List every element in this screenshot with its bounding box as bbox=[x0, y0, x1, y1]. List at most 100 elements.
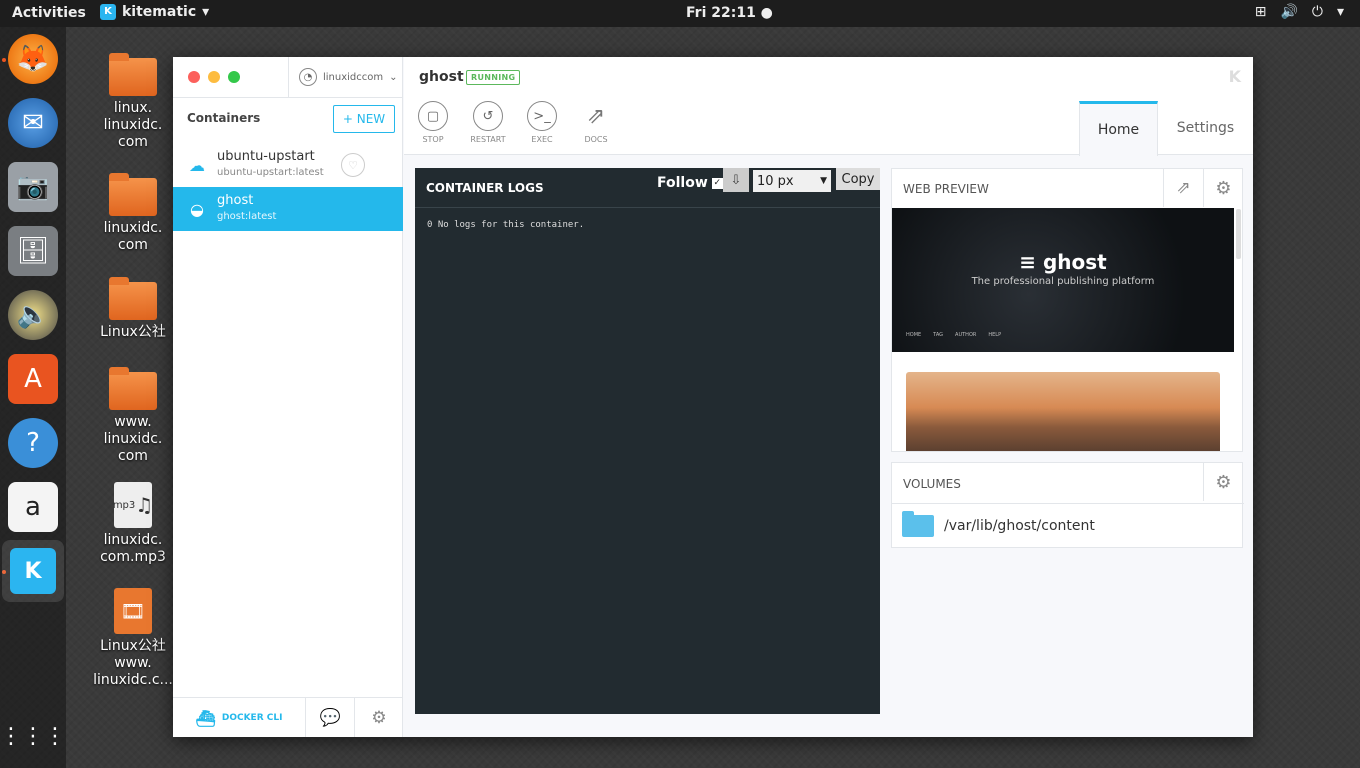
preview-post-image bbox=[906, 372, 1220, 451]
download-logs-button[interactable]: ⇩ bbox=[723, 168, 749, 192]
volume-path: /var/lib/ghost/content bbox=[944, 518, 1095, 534]
docker-cli-button[interactable]: ⛴ DOCKER CLI bbox=[173, 698, 306, 737]
tab-settings[interactable]: Settings bbox=[1158, 101, 1253, 155]
web-preview-title: WEB PREVIEW bbox=[903, 182, 989, 196]
maximize-window-button[interactable] bbox=[228, 71, 240, 83]
firefox-icon[interactable]: 🦊 bbox=[8, 34, 58, 84]
open-in-browser-button[interactable]: ⇗ bbox=[1163, 169, 1203, 207]
docker-cli-label: DOCKER CLI bbox=[221, 713, 283, 723]
kitematic-app-icon: K bbox=[100, 4, 116, 20]
stop-label: STOP bbox=[422, 135, 444, 144]
chevron-down-icon[interactable]: ▾ bbox=[1337, 4, 1344, 20]
kitematic-logo-icon: K bbox=[1228, 67, 1241, 86]
top-bar: Activities K kitematic ▾ Fri 22:11 ● ⊞ 🔊… bbox=[0, 0, 1360, 27]
network-icon[interactable]: ⊞ bbox=[1255, 4, 1267, 20]
docs-label: DOCS bbox=[584, 135, 608, 144]
camera-icon[interactable]: 📷 bbox=[8, 162, 58, 212]
container-image: ghost:latest bbox=[217, 211, 277, 222]
desktop-file[interactable]: 🎞 Linux公社 www. linuxidc.c... bbox=[90, 588, 176, 689]
exec-label: EXEC bbox=[531, 135, 553, 144]
gear-icon: ⚙ bbox=[1215, 471, 1232, 493]
close-window-button[interactable] bbox=[188, 71, 200, 83]
web-preview-panel: WEB PREVIEW ⇗ ⚙ ≡ ghost The professional… bbox=[891, 168, 1243, 452]
preview-settings-button[interactable]: ⚙ bbox=[1203, 169, 1242, 207]
desktop-folder[interactable]: Linux公社 bbox=[90, 277, 176, 341]
external-link-icon: ⇗ bbox=[586, 103, 606, 129]
stop-icon: ▢ bbox=[418, 101, 448, 131]
feedback-button[interactable]: 💬 bbox=[307, 698, 355, 737]
chevron-down-icon: ⌄ bbox=[389, 71, 398, 83]
font-size-select[interactable]: 10 px ▼ bbox=[753, 170, 831, 192]
stop-button[interactable]: ▢ STOP bbox=[411, 101, 455, 144]
container-item-ghost[interactable]: ◒ ghost ghost:latest bbox=[173, 187, 403, 231]
docker-icon: ⛴ bbox=[195, 708, 216, 728]
copy-logs-button[interactable]: Copy bbox=[836, 168, 880, 190]
help-icon[interactable]: ? bbox=[8, 418, 58, 468]
container-header: ghost RUNNING K ▢ STOP ↺ RESTART >_ EXEC… bbox=[404, 57, 1253, 156]
app-menu[interactable]: K kitematic ▾ bbox=[100, 4, 209, 20]
activities-button[interactable]: Activities bbox=[12, 5, 86, 21]
thunderbird-icon[interactable]: ✉ bbox=[8, 98, 58, 148]
volumes-settings-button[interactable]: ⚙ bbox=[1203, 463, 1243, 501]
restart-label: RESTART bbox=[470, 135, 506, 144]
desktop-folder[interactable]: linux. linuxidc. com bbox=[90, 53, 176, 151]
app-menu-label: kitematic bbox=[122, 4, 197, 20]
power-icon[interactable]: ⏻ bbox=[1312, 4, 1323, 20]
user-menu[interactable]: ◔ linuxidccom ⌄ bbox=[288, 57, 403, 97]
new-container-button[interactable]: + NEW bbox=[333, 105, 395, 133]
container-title: ghost bbox=[419, 69, 464, 85]
username: linuxidccom bbox=[323, 71, 384, 83]
preview-nav: HOME TAG AUTHOR HELP bbox=[906, 332, 1002, 338]
tab-home[interactable]: Home bbox=[1079, 101, 1158, 156]
container-item-ubuntu-upstart[interactable]: ☁ ubuntu-upstart ubuntu-upstart:latest ♡ bbox=[173, 143, 403, 187]
preview-scrollbar[interactable] bbox=[1236, 209, 1241, 259]
gear-icon: ⚙ bbox=[1215, 177, 1232, 199]
divider bbox=[415, 207, 880, 208]
folder-icon bbox=[109, 367, 157, 410]
exec-button[interactable]: >_ EXEC bbox=[520, 101, 564, 144]
amazon-icon[interactable]: a bbox=[8, 482, 58, 532]
files-icon[interactable]: 🗄 bbox=[8, 226, 58, 276]
kitematic-dock-icon[interactable]: K bbox=[2, 540, 64, 602]
preferences-button[interactable]: ⚙ bbox=[355, 698, 403, 737]
containers-title: Containers bbox=[187, 111, 261, 125]
font-size-value: 10 px bbox=[757, 173, 794, 189]
download-icon: ⇩ bbox=[730, 172, 742, 188]
chevron-down-icon: ▾ bbox=[202, 4, 210, 20]
follow-label: Follow bbox=[657, 175, 708, 191]
volume-row[interactable]: /var/lib/ghost/content bbox=[892, 504, 1242, 548]
ghost-tagline: The professional publishing platform bbox=[971, 276, 1155, 287]
follow-checkbox[interactable]: ✓ bbox=[711, 177, 723, 189]
web-preview-image[interactable]: ≡ ghost The professional publishing plat… bbox=[892, 208, 1234, 352]
chat-icon: 💬 bbox=[319, 708, 342, 728]
system-tray[interactable]: ⊞ 🔊 ⏻ ▾ bbox=[1255, 4, 1344, 20]
docs-button[interactable]: ⇗ DOCS bbox=[574, 101, 618, 145]
restart-icon: ↺ bbox=[473, 101, 503, 131]
gear-icon: ⚙ bbox=[371, 708, 387, 728]
minimize-window-button[interactable] bbox=[208, 71, 220, 83]
volumes-panel: VOLUMES ⚙ /var/lib/ghost/content bbox=[891, 462, 1244, 548]
desktop-icon-label: Linux公社 www. linuxidc.c... bbox=[93, 638, 173, 688]
external-link-icon: ⇗ bbox=[1176, 178, 1191, 198]
desktop-icon-label: linux. linuxidc. com bbox=[103, 100, 163, 150]
follow-toggle[interactable]: Follow ✓ bbox=[657, 175, 723, 191]
divider bbox=[173, 97, 403, 98]
clock[interactable]: Fri 22:11 ● bbox=[686, 5, 773, 21]
favorite-heart-icon[interactable]: ♡ bbox=[341, 153, 365, 177]
volume-icon[interactable]: 🔊 bbox=[1280, 4, 1297, 20]
logs-title: CONTAINER LOGS bbox=[426, 181, 544, 195]
rhythmbox-icon[interactable]: 🔈 bbox=[8, 290, 58, 340]
sidebar: ◔ linuxidccom ⌄ Containers + NEW ☁ ubunt… bbox=[173, 57, 403, 737]
main-content: ghost RUNNING K ▢ STOP ↺ RESTART >_ EXEC… bbox=[404, 57, 1253, 737]
desktop-folder[interactable]: linuxidc. com bbox=[90, 173, 176, 254]
desktop-folder[interactable]: www. linuxidc. com bbox=[90, 367, 176, 465]
desktop-icon-label: www. linuxidc. com bbox=[103, 414, 163, 464]
restart-button[interactable]: ↺ RESTART bbox=[466, 101, 510, 144]
chevron-down-icon: ▼ bbox=[820, 176, 827, 186]
desktop-file[interactable]: mp3 ♫ linuxidc. com.mp3 bbox=[90, 482, 176, 566]
show-apps-icon[interactable]: ⋮⋮⋮ bbox=[0, 711, 66, 761]
folder-icon bbox=[109, 173, 157, 216]
desktop-icon-label: linuxidc. com bbox=[103, 220, 163, 253]
software-center-icon[interactable]: A bbox=[8, 354, 58, 404]
desktop-icon-label: Linux公社 bbox=[100, 324, 166, 340]
